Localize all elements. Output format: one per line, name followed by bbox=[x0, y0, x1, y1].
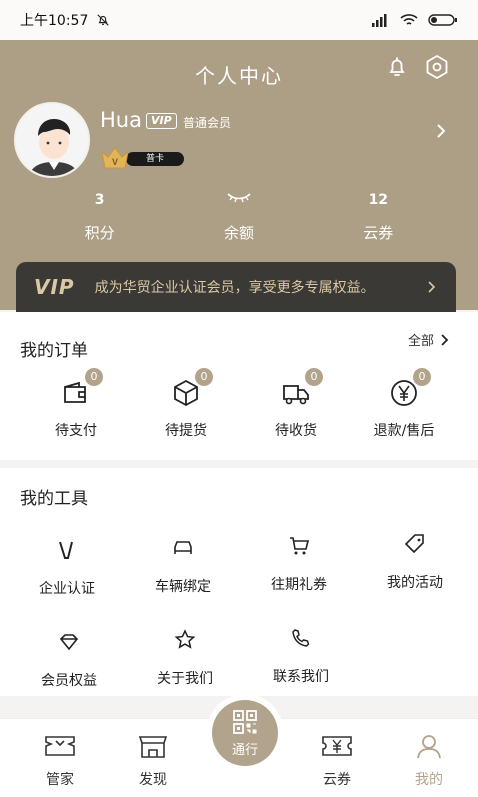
stat-coupons[interactable]: 12 云券 bbox=[328, 190, 428, 243]
nav-discover[interactable]: 发现 bbox=[118, 733, 188, 789]
nav-label: 通行 bbox=[231, 743, 258, 758]
status-time: 上午10:57 bbox=[20, 13, 89, 29]
vip-logo: VIP bbox=[34, 275, 75, 299]
notification-bell-icon[interactable] bbox=[384, 54, 410, 80]
settings-icon[interactable] bbox=[424, 54, 450, 80]
orders-section: 我的订单 全部 0 待支付 0 待提货 0 待收货 0 退款/售后 bbox=[0, 312, 478, 460]
vip-banner-text: 成为华贸企业认证会员，享受更多专属权益。 bbox=[94, 280, 375, 296]
all-label: 全部 bbox=[407, 334, 434, 349]
nav-label: 云券 bbox=[323, 772, 351, 788]
tool-label: 我的活动 bbox=[387, 575, 443, 591]
tool-label: 会员权益 bbox=[41, 673, 97, 689]
cart-icon bbox=[290, 537, 310, 555]
orders-all-link[interactable]: 全部 bbox=[408, 330, 450, 349]
diamond-icon bbox=[59, 634, 79, 651]
nav-label: 我的 bbox=[415, 772, 443, 788]
stat-value: 3 bbox=[94, 192, 105, 208]
stat-label: 积分 bbox=[84, 224, 115, 242]
stat-label: 余额 bbox=[223, 224, 254, 242]
tag-icon bbox=[404, 534, 424, 554]
order-pending-pickup[interactable]: 0 待提货 bbox=[136, 368, 236, 440]
bell-off-icon bbox=[97, 14, 110, 26]
tools-title: 我的工具 bbox=[20, 489, 88, 509]
nav-mine[interactable]: 我的 bbox=[394, 733, 464, 789]
order-label: 退款/售后 bbox=[373, 423, 435, 439]
stats-row: 3 积分 余额 12 云券 bbox=[0, 190, 478, 243]
tool-member-benefits[interactable]: 会员权益 bbox=[14, 630, 124, 690]
coupon-icon bbox=[322, 736, 352, 756]
count-badge: 0 bbox=[85, 368, 103, 386]
wifi-icon bbox=[400, 14, 418, 25]
order-label: 待收货 bbox=[275, 423, 317, 439]
status-bar: 上午10:57 bbox=[0, 0, 478, 40]
username: Hua bbox=[100, 108, 142, 132]
order-label: 待提货 bbox=[165, 423, 207, 439]
profile-header: 个人中心 Hua VIP 普通会员 普卡 V 3 积分 余额 12 云券 VIP… bbox=[0, 40, 478, 312]
nav-coupons[interactable]: 云券 bbox=[302, 733, 372, 789]
nav-butler[interactable]: 管家 bbox=[25, 733, 95, 789]
battery-icon bbox=[428, 14, 457, 26]
star-icon bbox=[174, 629, 196, 649]
avatar-illustration bbox=[16, 104, 88, 176]
count-badge: 0 bbox=[305, 368, 323, 386]
chevron-right-icon bbox=[428, 281, 436, 293]
profile-chevron-icon[interactable] bbox=[434, 124, 448, 138]
order-pending-receipt[interactable]: 0 待收货 bbox=[246, 368, 346, 440]
chevron-right-icon bbox=[441, 333, 449, 346]
phone-icon bbox=[292, 629, 310, 647]
car-icon bbox=[174, 541, 192, 554]
stat-points[interactable]: 3 积分 bbox=[50, 190, 150, 243]
crown-icon: V bbox=[101, 147, 129, 169]
orders-title: 我的订单 bbox=[20, 341, 88, 361]
status-indicators bbox=[370, 13, 458, 27]
tool-label: 企业认证 bbox=[39, 581, 95, 597]
tool-about-us[interactable]: 关于我们 bbox=[130, 628, 240, 688]
count-badge: 0 bbox=[413, 368, 431, 386]
order-label: 待支付 bbox=[55, 423, 97, 439]
stat-label: 云券 bbox=[363, 224, 394, 242]
vip-upgrade-banner[interactable]: VIP 成为华贸企业认证会员，享受更多专属权益。 bbox=[16, 262, 456, 312]
tool-label: 往期礼券 bbox=[271, 577, 327, 593]
tool-my-activities[interactable]: 我的活动 bbox=[360, 532, 470, 592]
tool-label: 关于我们 bbox=[157, 671, 213, 687]
member-level: 普通会员 bbox=[183, 116, 232, 130]
store-icon bbox=[138, 736, 168, 758]
signal-icon bbox=[372, 14, 387, 27]
nav-label: 管家 bbox=[46, 772, 74, 788]
stat-value: 12 bbox=[368, 192, 389, 208]
tool-past-coupons[interactable]: 往期礼券 bbox=[244, 534, 354, 594]
card-level-label: 普卡 bbox=[126, 152, 184, 166]
person-icon bbox=[417, 735, 441, 759]
tool-label: 车辆绑定 bbox=[155, 579, 211, 595]
count-badge: 0 bbox=[195, 368, 213, 386]
tool-contact-us[interactable]: 联系我们 bbox=[246, 626, 356, 686]
tool-vehicle-binding[interactable]: 车辆绑定 bbox=[128, 536, 238, 596]
tools-section: 我的工具 企业认证 车辆绑定 往期礼券 我的活动 会员权益 关于我们 联系我们 bbox=[0, 468, 478, 696]
qrcode-icon bbox=[233, 710, 257, 734]
card-level-badge: 普卡 V bbox=[100, 146, 184, 170]
butler-icon bbox=[45, 736, 75, 756]
nav-pass-button[interactable]: 通行 bbox=[212, 700, 278, 766]
tool-label: 联系我们 bbox=[273, 669, 329, 685]
order-refund[interactable]: 0 退款/售后 bbox=[354, 368, 454, 440]
svg-text:V: V bbox=[112, 157, 118, 167]
hidden-eye-icon[interactable] bbox=[189, 190, 289, 210]
v-icon bbox=[59, 541, 73, 559]
avatar[interactable] bbox=[14, 102, 90, 178]
nav-label: 发现 bbox=[139, 772, 167, 788]
stat-balance[interactable]: 余额 bbox=[189, 190, 289, 243]
tool-enterprise-verify[interactable]: 企业认证 bbox=[12, 538, 122, 598]
vip-tag: VIP bbox=[146, 113, 177, 129]
order-pending-payment[interactable]: 0 待支付 bbox=[26, 368, 126, 440]
